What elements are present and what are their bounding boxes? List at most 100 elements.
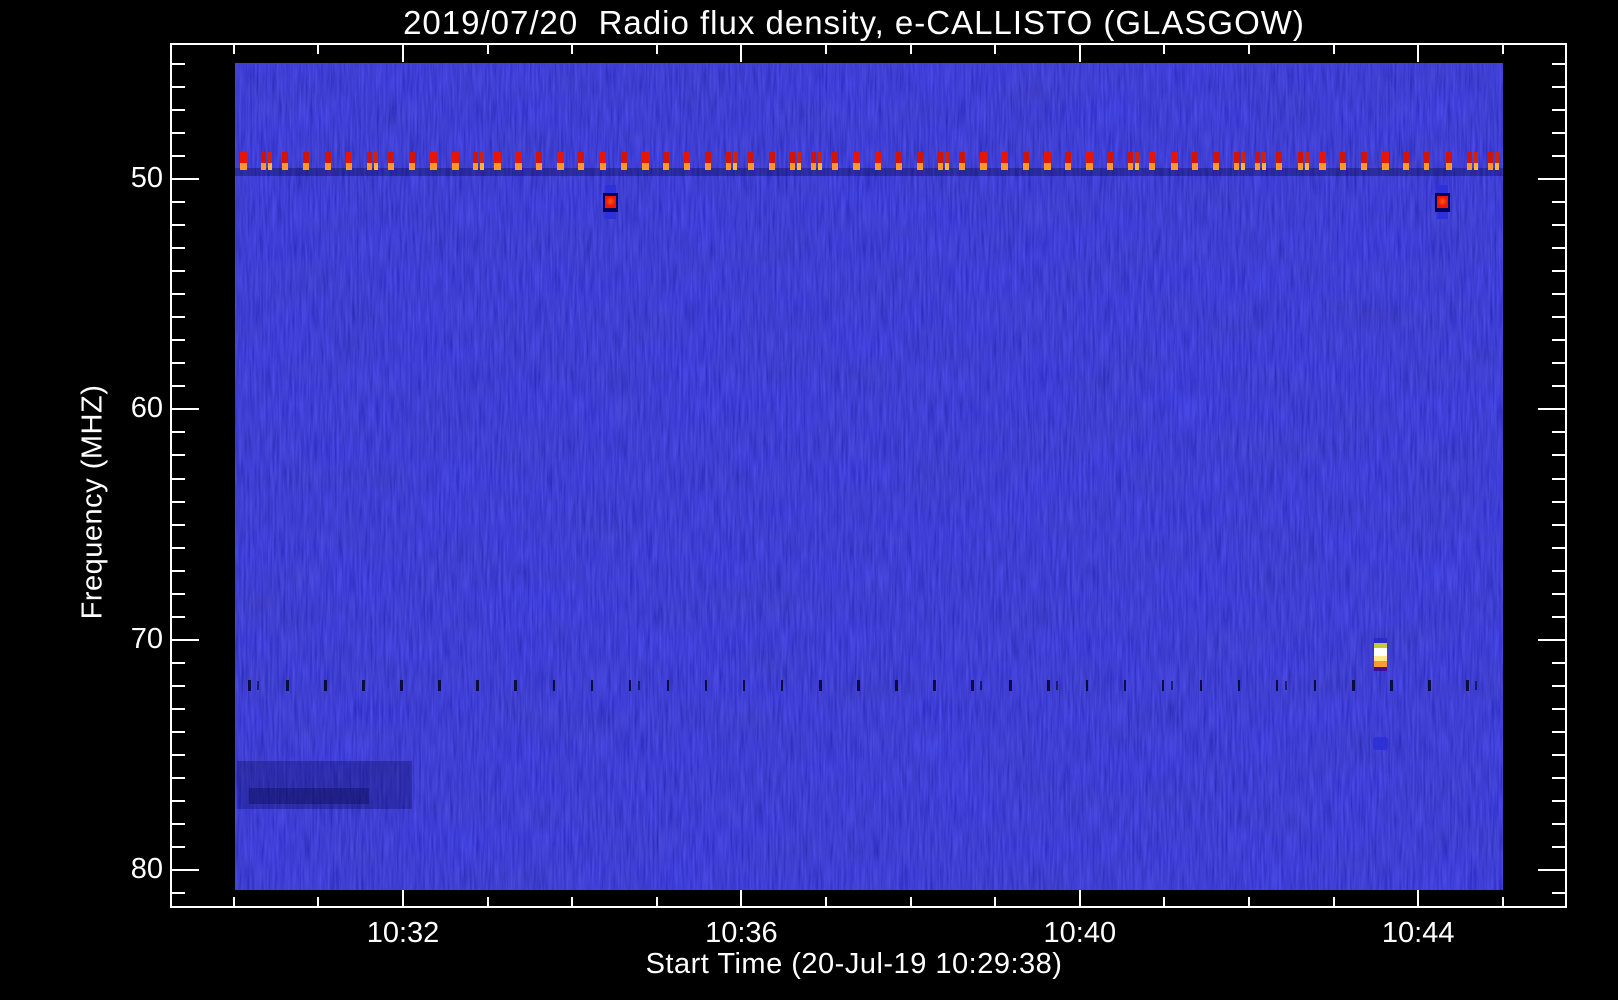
y-tick-left (172, 615, 185, 618)
y-tick-right (1552, 339, 1565, 342)
plot-frame (170, 43, 1567, 908)
y-tick-left (172, 454, 185, 457)
x-tick-bottom (1248, 897, 1250, 906)
y-tick-right (1552, 362, 1565, 365)
x-tick-top (1078, 45, 1081, 62)
x-tick-top (825, 45, 827, 54)
x-tick-top (317, 45, 320, 54)
y-tick-left (172, 178, 199, 180)
x-tick-top (402, 45, 404, 62)
y-tick-right (1552, 777, 1565, 780)
x-tick-label: 10:32 (366, 917, 440, 949)
y-tick-right (1552, 569, 1565, 572)
y-tick-right (1552, 62, 1565, 65)
y-tick-left (172, 108, 185, 111)
y-tick-left (172, 62, 185, 65)
y-tick-left (172, 201, 185, 204)
x-tick-bottom (825, 897, 827, 906)
y-tick-left (172, 293, 185, 296)
y-tick-left (172, 85, 185, 88)
y-tick-right (1552, 800, 1565, 803)
y-tick-left (172, 131, 185, 134)
y-tick-right (1552, 270, 1565, 273)
x-tick-top (1163, 45, 1166, 54)
y-tick-right (1552, 131, 1565, 134)
y-tick-right (1538, 408, 1565, 411)
y-tick-left (172, 754, 185, 756)
y-axis-title: Frequency (MHZ) (76, 384, 109, 620)
y-tick-left (172, 247, 185, 250)
y-tick-right (1552, 201, 1565, 204)
x-tick-bottom (655, 897, 658, 906)
y-tick-right (1552, 892, 1565, 895)
x-tick-bottom (232, 897, 235, 906)
x-tick-bottom (571, 897, 574, 906)
y-tick-right (1552, 592, 1565, 595)
y-tick-left (172, 638, 199, 641)
x-tick-label: 10:40 (1043, 917, 1117, 949)
y-tick-right (1552, 615, 1565, 618)
y-tick-left (172, 523, 185, 526)
x-tick-top (909, 45, 912, 54)
y-tick-left (172, 154, 185, 157)
x-tick-top (232, 45, 235, 54)
x-axis-title: Start Time (20-Jul-19 10:29:38) (645, 948, 1063, 980)
y-tick-right (1538, 178, 1565, 180)
x-tick-top (1417, 45, 1420, 62)
y-tick-right (1552, 108, 1565, 111)
y-tick-right (1552, 293, 1565, 296)
y-tick-left (172, 846, 185, 849)
y-tick-left (172, 823, 185, 826)
x-tick-top (1332, 45, 1335, 54)
x-tick-top (994, 45, 997, 54)
y-tick-right (1552, 754, 1565, 756)
y-tick-right (1552, 684, 1565, 687)
y-tick-left (172, 316, 185, 319)
y-tick-left (172, 892, 185, 895)
y-tick-right (1552, 224, 1565, 227)
x-tick-top (655, 45, 658, 54)
y-tick-right (1552, 546, 1565, 549)
y-tick-right (1552, 454, 1565, 457)
y-tick-right (1552, 154, 1565, 157)
x-tick-top (740, 45, 743, 62)
x-tick-bottom (402, 890, 404, 906)
y-tick-left (172, 408, 199, 411)
x-tick-bottom (1163, 897, 1166, 906)
y-tick-right (1552, 707, 1565, 710)
chart-title: 2019/07/20 Radio flux density, e-CALLIST… (403, 4, 1305, 41)
y-tick-right (1538, 638, 1565, 641)
x-tick-top (1248, 45, 1250, 54)
y-tick-right (1552, 523, 1565, 526)
y-tick-left (172, 730, 185, 733)
x-tick-bottom (486, 897, 489, 906)
y-tick-right (1538, 869, 1565, 872)
y-tick-left (172, 777, 185, 780)
y-tick-right (1552, 846, 1565, 849)
y-tick-right (1552, 823, 1565, 826)
y-tick-left (172, 661, 185, 664)
x-tick-bottom (1417, 890, 1420, 906)
y-tick-right (1552, 247, 1565, 250)
y-tick-right (1552, 316, 1565, 319)
y-tick-left (172, 707, 185, 710)
y-tick-left (172, 592, 185, 595)
y-tick-left (172, 362, 185, 365)
y-tick-left (172, 500, 185, 503)
y-tick-left (172, 270, 185, 273)
y-tick-right (1552, 85, 1565, 88)
y-tick-right (1552, 661, 1565, 664)
y-tick-left (172, 800, 185, 803)
spectrogram-figure: 2019/07/20 Radio flux density, e-CALLIST… (0, 0, 1618, 1000)
x-tick-top (1501, 45, 1504, 54)
y-tick-label: 70 (130, 622, 163, 655)
x-tick-label: 10:36 (705, 917, 778, 949)
y-tick-right (1552, 385, 1565, 388)
x-tick-top (571, 45, 574, 54)
y-tick-right (1552, 477, 1565, 480)
y-tick-right (1552, 500, 1565, 503)
y-tick-left (172, 385, 185, 388)
y-tick-left (172, 224, 185, 227)
y-tick-left (172, 477, 185, 480)
y-tick-label: 80 (130, 853, 163, 886)
